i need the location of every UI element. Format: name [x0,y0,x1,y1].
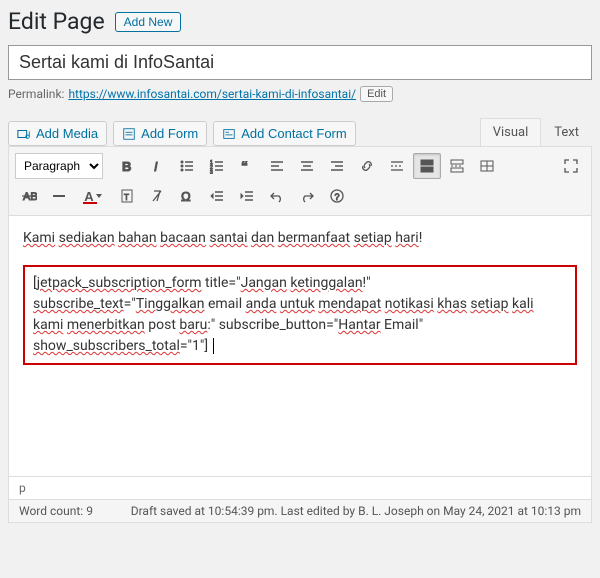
svg-text:I: I [154,159,158,174]
post-title-input[interactable] [8,45,592,80]
contact-form-icon [222,127,236,141]
add-new-button[interactable]: Add New [115,12,182,32]
link-button[interactable] [353,153,381,179]
word-count: Word count: 9 [19,504,93,518]
save-status: Draft saved at 10:54:39 pm. Last edited … [131,504,581,518]
permalink-link[interactable]: https://www.infosantai.com/sertai-kami-d… [68,87,356,101]
svg-text:ABC: ABC [23,191,37,203]
color-swatch [83,202,97,204]
tab-text[interactable]: Text [541,118,592,146]
shortcode-highlight: [jetpack_subscription_form title="Jangan… [23,265,577,365]
help-button[interactable]: ? [323,183,351,209]
align-center-button[interactable] [293,153,321,179]
undo-button[interactable] [263,183,291,209]
add-contact-form-button[interactable]: Add Contact Form [213,121,356,146]
hr-button[interactable] [45,183,73,209]
tab-visual[interactable]: Visual [480,118,542,146]
svg-text:3: 3 [210,170,213,174]
svg-text:T: T [124,193,129,202]
editor: Paragraph B I 123 “ ABC A T Ω [8,146,592,500]
pagebreak-button[interactable] [443,153,471,179]
text-color-button[interactable]: A [75,183,111,209]
insert-more-button[interactable] [383,153,411,179]
align-right-button[interactable] [323,153,351,179]
permalink-label: Permalink: [8,87,64,101]
paste-text-button[interactable]: T [113,183,141,209]
add-media-button[interactable]: Add Media [8,121,107,146]
indent-button[interactable] [233,183,261,209]
element-path[interactable]: p [9,476,591,499]
svg-text:Ω: Ω [181,189,191,204]
clear-formatting-button[interactable] [143,183,171,209]
editor-toolbar: Paragraph B I 123 “ ABC A T Ω [9,147,591,216]
blockquote-button[interactable]: “ [233,153,261,179]
svg-text:B: B [122,159,131,174]
chevron-down-icon [96,194,102,198]
italic-button[interactable]: I [143,153,171,179]
svg-text:“: “ [241,158,248,174]
redo-button[interactable] [293,183,321,209]
status-bar: Word count: 9 Draft saved at 10:54:39 pm… [8,500,592,523]
bullet-list-button[interactable] [173,153,201,179]
numbered-list-button[interactable]: 123 [203,153,231,179]
svg-text:?: ? [335,192,340,202]
form-icon [122,127,136,141]
table-button[interactable] [473,153,501,179]
outdent-button[interactable] [203,183,231,209]
page-title: Edit Page [8,8,105,35]
permalink-edit-button[interactable]: Edit [360,86,393,102]
format-select[interactable]: Paragraph [15,153,103,179]
special-char-button[interactable]: Ω [173,183,201,209]
permalink-row: Permalink: https://www.infosantai.com/se… [8,86,592,102]
strikethrough-button[interactable]: ABC [15,183,43,209]
camera-music-icon [17,127,31,141]
toolbar-toggle-button[interactable] [413,153,441,179]
content-editable[interactable]: Kami sediakan bahan bacaan santai dan be… [9,216,591,476]
bold-button[interactable]: B [113,153,141,179]
add-form-button[interactable]: Add Form [113,121,207,146]
fullscreen-button[interactable] [557,153,585,179]
align-left-button[interactable] [263,153,291,179]
